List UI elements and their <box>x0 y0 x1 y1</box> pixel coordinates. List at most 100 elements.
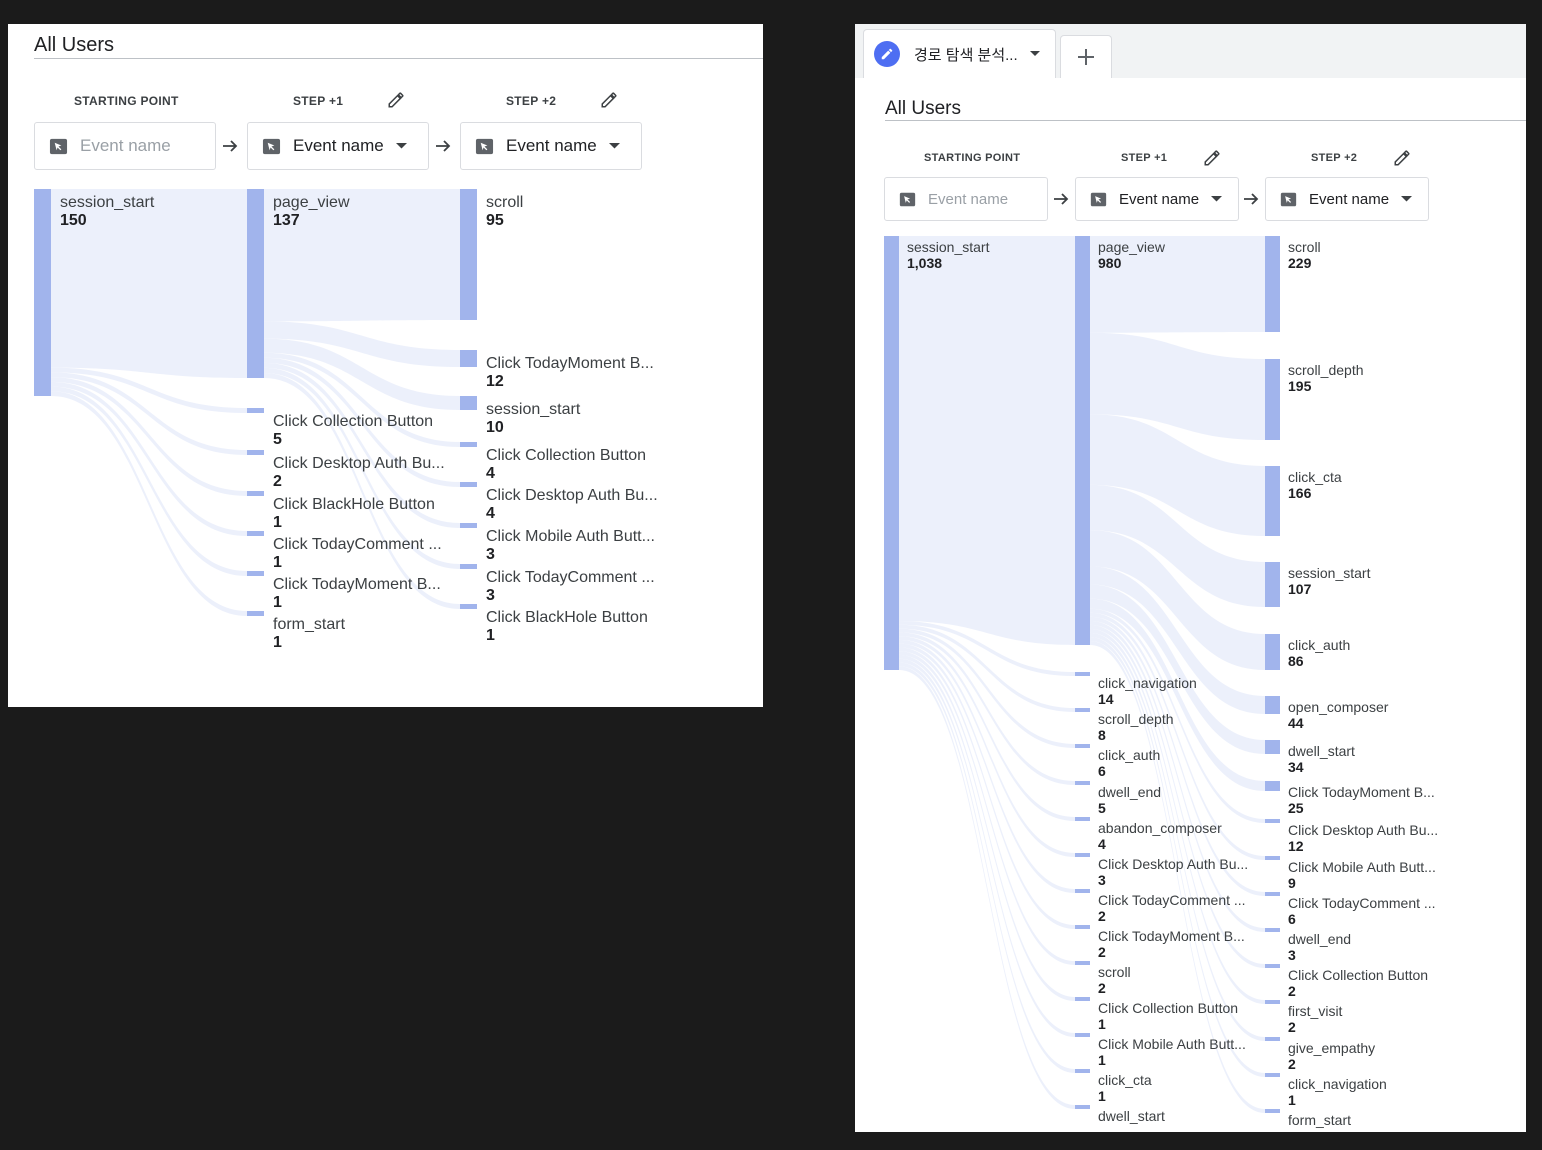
node-bar[interactable] <box>1075 672 1090 676</box>
node-label[interactable]: Click TodayComment ... 6 <box>1288 895 1436 927</box>
node-bar[interactable] <box>1075 997 1090 1001</box>
node-bar[interactable] <box>1075 1033 1090 1037</box>
node-bar[interactable] <box>247 450 264 455</box>
node-bar[interactable] <box>1265 1000 1280 1004</box>
node-bar[interactable] <box>1265 1037 1280 1041</box>
node-bar[interactable] <box>1075 1069 1090 1073</box>
node-label[interactable]: scroll 2 <box>1098 964 1131 996</box>
node-bar[interactable] <box>1075 1105 1090 1109</box>
node-label[interactable]: Click BlackHole Button 1 <box>486 609 648 646</box>
node-label[interactable]: click_cta 1 <box>1098 1072 1152 1104</box>
node-bar[interactable] <box>1265 696 1280 714</box>
node-bar[interactable] <box>1265 928 1280 932</box>
node-label[interactable]: scroll 229 <box>1288 239 1321 271</box>
node-bar[interactable] <box>460 350 477 367</box>
node-bar[interactable] <box>1075 925 1090 929</box>
edit-step-pencil-icon[interactable] <box>600 91 618 109</box>
node-bar[interactable] <box>247 491 264 496</box>
node-label[interactable]: Click Collection Button 4 <box>486 447 646 484</box>
node-bar[interactable] <box>1265 1109 1280 1113</box>
node-bar[interactable] <box>460 564 477 569</box>
event-name-select-1[interactable]: Event name <box>247 122 429 170</box>
node-label[interactable]: Click TodayMoment B... 25 <box>1288 784 1435 816</box>
node-bar[interactable] <box>1075 236 1090 645</box>
node-bar[interactable] <box>460 604 477 609</box>
node-label[interactable]: session_start 150 <box>60 194 154 231</box>
node-bar[interactable] <box>884 236 899 670</box>
node-bar[interactable] <box>1265 819 1280 823</box>
node-label[interactable]: Click TodayMoment B... 2 <box>1098 928 1245 960</box>
node-label[interactable]: first_visit 2 <box>1288 1003 1342 1035</box>
node-bar[interactable] <box>1075 744 1090 748</box>
node-label[interactable]: Click Desktop Auth Bu... 3 <box>1098 856 1248 888</box>
node-label[interactable]: Click TodayComment ... 2 <box>1098 892 1246 924</box>
event-name-select-0[interactable]: Event name <box>884 177 1048 221</box>
node-label[interactable]: page_view 137 <box>273 194 350 231</box>
node-label[interactable]: form_start <box>1288 1112 1351 1128</box>
edit-step-pencil-icon[interactable] <box>1203 149 1221 167</box>
node-bar[interactable] <box>247 571 264 576</box>
node-label[interactable]: Click Mobile Auth Butt... 9 <box>1288 859 1436 891</box>
node-label[interactable]: abandon_composer 4 <box>1098 820 1222 852</box>
node-bar[interactable] <box>1265 466 1280 536</box>
node-bar[interactable] <box>1075 853 1090 857</box>
node-label[interactable]: dwell_end 5 <box>1098 784 1161 816</box>
node-label[interactable]: click_auth 6 <box>1098 747 1160 779</box>
event-name-select-0[interactable]: Event name <box>34 122 216 170</box>
node-label[interactable]: Click Collection Button 5 <box>273 413 433 450</box>
node-bar[interactable] <box>1075 889 1090 893</box>
node-label[interactable]: click_auth 86 <box>1288 637 1350 669</box>
node-label[interactable]: dwell_start 34 <box>1288 743 1355 775</box>
node-label[interactable]: open_composer 44 <box>1288 699 1388 731</box>
node-label[interactable]: Click TodayMoment B... 12 <box>486 355 654 392</box>
node-bar[interactable] <box>1075 781 1090 785</box>
node-bar[interactable] <box>247 189 264 378</box>
node-label[interactable]: session_start 107 <box>1288 565 1370 597</box>
node-label[interactable]: Click Desktop Auth Bu... 2 <box>273 455 445 492</box>
node-bar[interactable] <box>247 611 264 616</box>
node-label[interactable]: page_view 980 <box>1098 239 1165 271</box>
event-name-select-2[interactable]: Event name <box>460 122 642 170</box>
node-label[interactable]: Click Mobile Auth Butt... 1 <box>1098 1036 1246 1068</box>
node-bar[interactable] <box>1265 634 1280 670</box>
node-label[interactable]: scroll 95 <box>486 194 523 231</box>
node-bar[interactable] <box>460 396 477 410</box>
node-bar[interactable] <box>460 442 477 447</box>
event-name-select-2[interactable]: Event name <box>1265 177 1429 221</box>
event-name-select-1[interactable]: Event name <box>1075 177 1239 221</box>
node-label[interactable]: Click BlackHole Button 1 <box>273 496 435 533</box>
node-bar[interactable] <box>1075 708 1090 712</box>
node-bar[interactable] <box>460 482 477 487</box>
node-label[interactable]: Click Collection Button 1 <box>1098 1000 1238 1032</box>
node-bar[interactable] <box>247 408 264 413</box>
node-bar[interactable] <box>1265 964 1280 968</box>
node-bar[interactable] <box>1265 740 1280 754</box>
node-bar[interactable] <box>1265 856 1280 860</box>
node-bar[interactable] <box>1265 1073 1280 1077</box>
node-bar[interactable] <box>1265 781 1280 791</box>
node-label[interactable]: dwell_start <box>1098 1108 1165 1124</box>
node-bar[interactable] <box>460 523 477 528</box>
node-bar[interactable] <box>460 189 477 320</box>
node-bar[interactable] <box>1265 892 1280 896</box>
node-label[interactable]: Click Mobile Auth Butt... 3 <box>486 528 655 565</box>
node-label[interactable]: dwell_end 3 <box>1288 931 1351 963</box>
node-label[interactable]: session_start 10 <box>486 401 580 438</box>
edit-step-pencil-icon[interactable] <box>1393 149 1411 167</box>
node-bar[interactable] <box>1075 817 1090 821</box>
edit-step-pencil-icon[interactable] <box>387 91 405 109</box>
node-bar[interactable] <box>1265 236 1280 332</box>
node-label[interactable]: Click TodayMoment B... 1 <box>273 576 441 613</box>
node-bar[interactable] <box>247 531 264 536</box>
node-label[interactable]: form_start 1 <box>273 616 345 653</box>
node-label[interactable]: scroll_depth 195 <box>1288 362 1364 394</box>
node-bar[interactable] <box>1075 961 1090 965</box>
node-label[interactable]: Click Desktop Auth Bu... 4 <box>486 487 658 524</box>
node-label[interactable]: Click TodayComment ... 3 <box>486 569 655 606</box>
node-label[interactable]: click_navigation 14 <box>1098 675 1197 707</box>
node-label[interactable]: scroll_depth 8 <box>1098 711 1174 743</box>
node-label[interactable]: Click TodayComment ... 1 <box>273 536 442 573</box>
node-label[interactable]: give_empathy 2 <box>1288 1040 1375 1072</box>
node-bar[interactable] <box>34 189 51 396</box>
node-bar[interactable] <box>1265 562 1280 607</box>
